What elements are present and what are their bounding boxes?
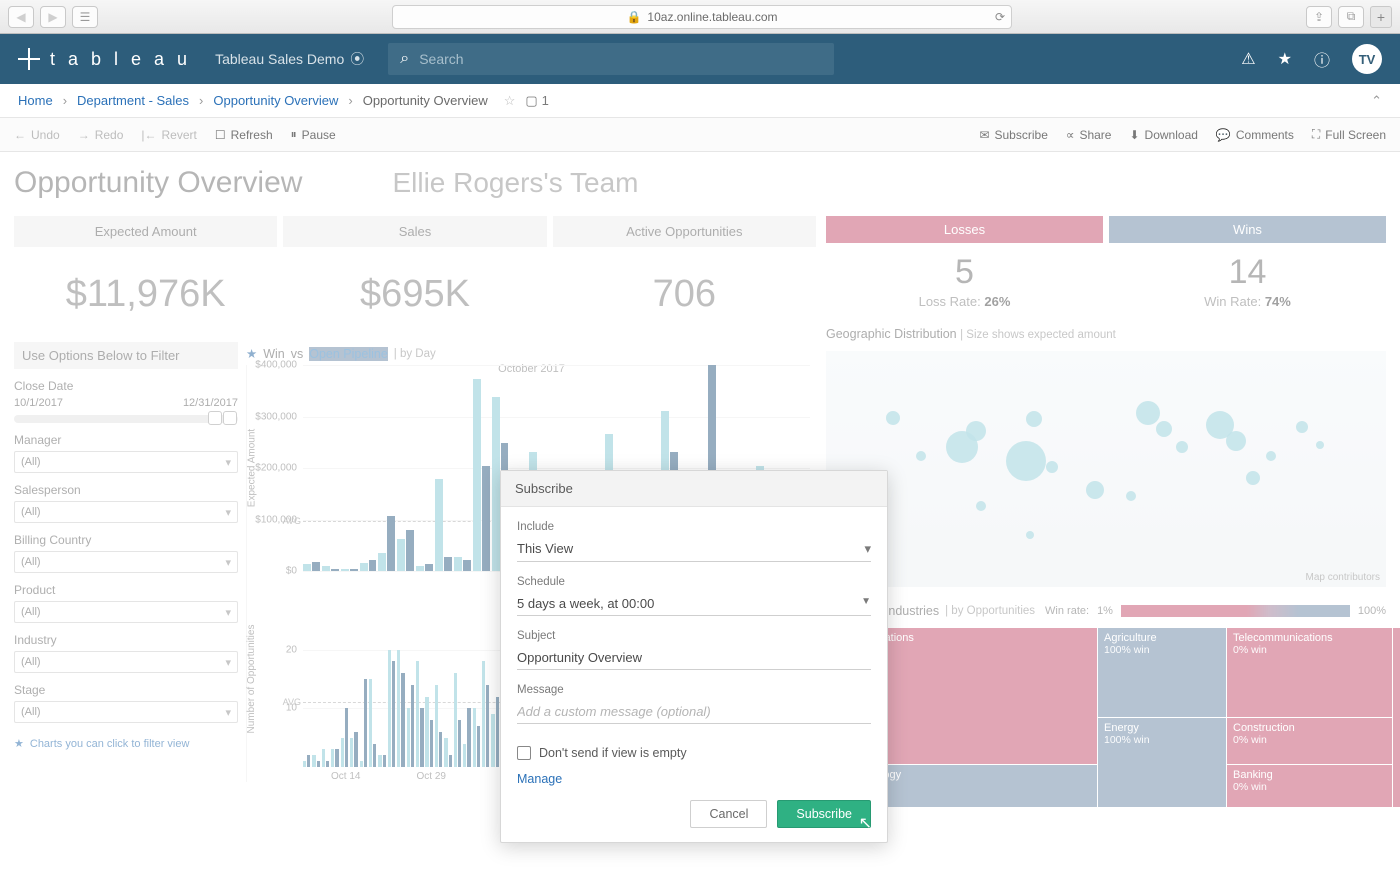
url-host: 10az.online.tableau.com <box>647 10 777 24</box>
dashboard: Opportunity Overview Ellie Rogers's Team… <box>0 152 1400 875</box>
filter-panel: Use Options Below to Filter Close Date 1… <box>14 342 238 782</box>
billing-select[interactable]: (All) <box>14 551 238 573</box>
kpi-losses: Losses 5 Loss Rate: 26% <box>826 216 1103 309</box>
industry-select[interactable]: (All) <box>14 651 238 673</box>
cursor-icon: ↖ <box>859 813 872 833</box>
crumb-workbook[interactable]: Opportunity Overview <box>213 93 338 108</box>
manage-link[interactable]: Manage <box>517 772 562 786</box>
share-button[interactable]: ⇪ <box>1306 6 1332 28</box>
salesperson-select[interactable]: (All) <box>14 501 238 523</box>
stage-select[interactable]: (All) <box>14 701 238 723</box>
alert-icon[interactable]: ⚠ <box>1241 49 1255 69</box>
dont-send-checkbox[interactable]: Don't send if view is empty <box>517 746 871 760</box>
tabs-button[interactable]: ⧉ <box>1338 6 1364 28</box>
message-input[interactable] <box>517 700 871 724</box>
crumb-home[interactable]: Home <box>18 93 53 108</box>
crumb-dept[interactable]: Department - Sales <box>77 93 189 108</box>
manager-select[interactable]: (All) <box>14 451 238 473</box>
favorites-icon[interactable]: ★ <box>1278 49 1292 69</box>
app-header: t a b l e a u Tableau Sales Demo ⦿ ⌕ ⚠ ★… <box>0 34 1400 84</box>
kpi-active: Active Opportunities 706 <box>553 216 816 334</box>
page-subtitle: Ellie Rogers's Team <box>392 167 638 199</box>
nav-forward-button[interactable]: ▶ <box>40 6 66 28</box>
kpi-wins: Wins 14 Win Rate: 74% <box>1109 216 1386 309</box>
industry-treemap[interactable]: Communications0% winAgriculture100% winT… <box>826 628 1386 804</box>
reload-icon[interactable]: ⟳ <box>995 10 1005 24</box>
tableau-logo-icon <box>18 48 40 70</box>
product-select[interactable]: (All) <box>14 601 238 623</box>
subscribe-dialog: Subscribe Include This View Schedule 5 d… <box>500 470 888 843</box>
sidebar-toggle-button[interactable]: ☰ <box>72 6 98 28</box>
fullscreen-button[interactable]: ⛶ Full Screen <box>1312 127 1386 142</box>
new-tab-button[interactable]: + <box>1370 6 1392 28</box>
avatar[interactable]: TV <box>1352 44 1382 74</box>
geo-map[interactable]: Map contributors <box>826 351 1386 587</box>
cancel-button[interactable]: Cancel <box>690 800 767 828</box>
subscribe-confirm-button[interactable]: Subscribe ↖ <box>777 800 871 828</box>
search-input[interactable] <box>419 51 822 67</box>
chevron-down-icon: ⦿ <box>350 49 364 69</box>
view-toolbar: ← Undo → Redo |← Revert ☐ Refresh ⏸ Paus… <box>0 118 1400 152</box>
pause-button[interactable]: ⏸ Pause <box>291 127 336 142</box>
undo-button[interactable]: ← Undo <box>14 128 60 142</box>
favorite-star-icon[interactable]: ☆ <box>504 93 516 109</box>
tableau-logo[interactable]: t a b l e a u <box>18 48 191 70</box>
comments-button[interactable]: 💬 Comments <box>1216 128 1294 142</box>
subject-input[interactable] <box>517 646 871 670</box>
treemap-cell[interactable] <box>1393 628 1400 807</box>
search-box[interactable]: ⌕ <box>388 43 834 75</box>
address-bar[interactable]: 🔒 10az.online.tableau.com ⟳ <box>392 5 1012 29</box>
winrate-gradient <box>1121 605 1350 617</box>
search-icon: ⌕ <box>400 50 409 68</box>
treemap-cell[interactable]: Banking0% win <box>1227 765 1392 807</box>
schedule-select[interactable]: 5 days a week, at 00:00 <box>517 592 871 616</box>
redo-button[interactable]: → Redo <box>78 128 124 142</box>
include-select[interactable]: This View <box>517 537 871 562</box>
page-title: Opportunity Overview <box>14 166 302 200</box>
refresh-button[interactable]: ☐ Refresh <box>215 128 273 142</box>
checkbox-icon <box>517 746 531 760</box>
breadcrumb: Home› Department - Sales› Opportunity Ov… <box>0 84 1400 118</box>
dialog-title: Subscribe <box>501 471 887 507</box>
download-button[interactable]: ⬇ Download <box>1129 128 1197 142</box>
treemap-cell[interactable]: Telecommunications0% win <box>1227 628 1392 717</box>
browser-chrome: ◀ ▶ ☰ 🔒 10az.online.tableau.com ⟳ ⇪ ⧉ + <box>0 0 1400 34</box>
kpi-sales: Sales $695K <box>283 216 546 334</box>
share-button-toolbar[interactable]: ∝ Share <box>1066 128 1112 142</box>
treemap-cell[interactable]: Construction0% win <box>1227 718 1392 764</box>
crumb-current: Opportunity Overview <box>363 93 488 108</box>
filter-tip: ★ Charts you can click to filter view <box>14 737 238 750</box>
treemap-cell[interactable]: Energy100% win <box>1098 718 1226 807</box>
close-date-slider[interactable] <box>14 415 238 423</box>
revert-button[interactable]: |← Revert <box>141 128 196 142</box>
collapse-icon[interactable]: ⌃ <box>1371 93 1382 109</box>
map-title: Geographic Distribution | Size shows exp… <box>826 327 1116 341</box>
subscribe-button[interactable]: ✉ Subscribe <box>979 128 1047 142</box>
view-count: ▢1 <box>525 93 549 109</box>
treemap-cell[interactable]: Agriculture100% win <box>1098 628 1226 717</box>
lock-icon: 🔒 <box>626 10 641 24</box>
site-picker[interactable]: Tableau Sales Demo ⦿ <box>215 49 364 69</box>
info-icon[interactable]: ⓘ <box>1314 47 1330 71</box>
nav-back-button[interactable]: ◀ <box>8 6 34 28</box>
kpi-expected: Expected Amount $11,976K <box>14 216 277 334</box>
